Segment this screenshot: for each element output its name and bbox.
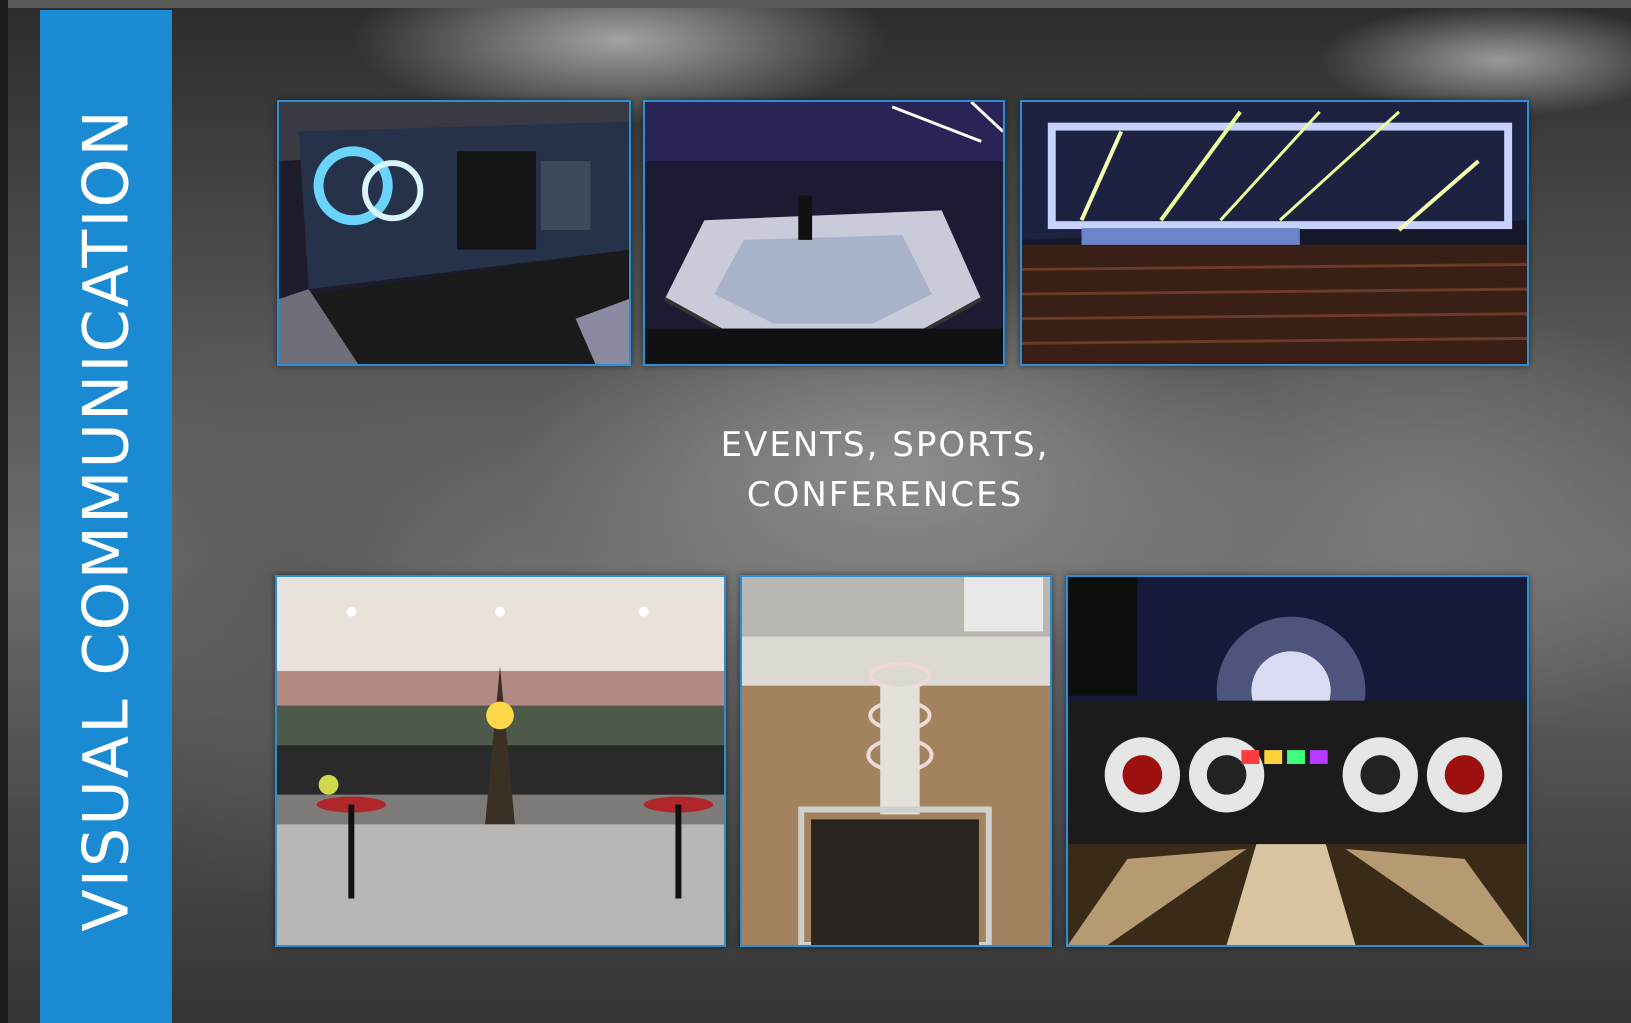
left-frame-edge — [0, 0, 8, 1023]
outdoor-concert-stage-photo — [1066, 575, 1529, 947]
octagon-fight-cage-photo — [643, 100, 1005, 366]
center-title-line-2: CONFERENCES — [746, 475, 1024, 515]
mall-light-tunnel-photo — [740, 575, 1052, 947]
stage-60-years-expertise-photo — [277, 100, 631, 366]
center-title: EVENTS, SPORTS, CONFERENCES — [640, 420, 1130, 520]
side-title: VISUAL COMMUNICATION — [69, 108, 143, 932]
conference-hall-lights-photo — [1020, 100, 1529, 366]
eiffel-tower-event-photo — [275, 575, 726, 947]
center-title-line-1: EVENTS, SPORTS, — [720, 425, 1050, 465]
top-frame-edge — [0, 0, 1631, 8]
